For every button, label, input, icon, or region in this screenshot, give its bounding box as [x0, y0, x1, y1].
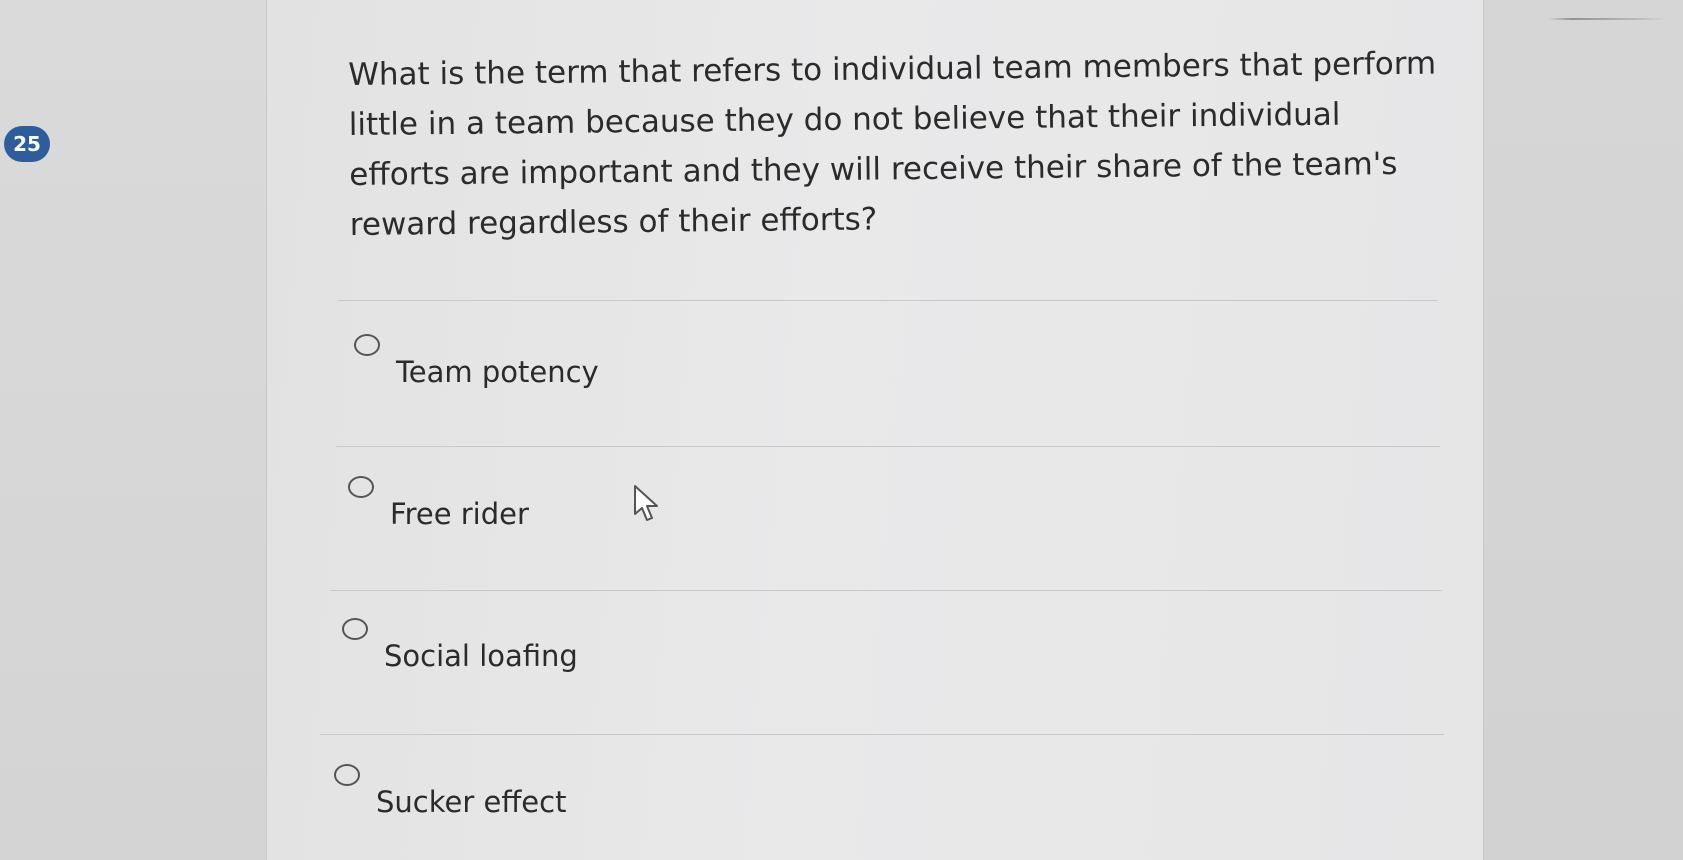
radio-button[interactable] [354, 334, 380, 356]
radio-button[interactable] [342, 618, 368, 640]
question-number-badge: 25 [4, 126, 50, 162]
option-sucker-effect[interactable]: Sucker effect [334, 764, 934, 854]
option-label: Free rider [390, 497, 529, 531]
gutter-mark [1548, 18, 1668, 20]
option-label: Team potency [396, 355, 599, 389]
radio-button[interactable] [348, 476, 374, 498]
divider [330, 590, 1442, 591]
option-label: Sucker effect [376, 785, 567, 819]
option-team-potency[interactable]: Team potency [354, 334, 954, 424]
option-social-loafing[interactable]: Social loafing [342, 618, 942, 708]
radio-button[interactable] [334, 764, 360, 786]
divider [336, 446, 1440, 447]
right-gutter [1484, 0, 1683, 860]
divider [338, 300, 1438, 301]
option-label: Social loafing [384, 639, 578, 673]
mouse-pointer-icon [634, 485, 658, 521]
question-text: What is the term that refers to individu… [348, 45, 1437, 243]
divider [320, 734, 1444, 735]
